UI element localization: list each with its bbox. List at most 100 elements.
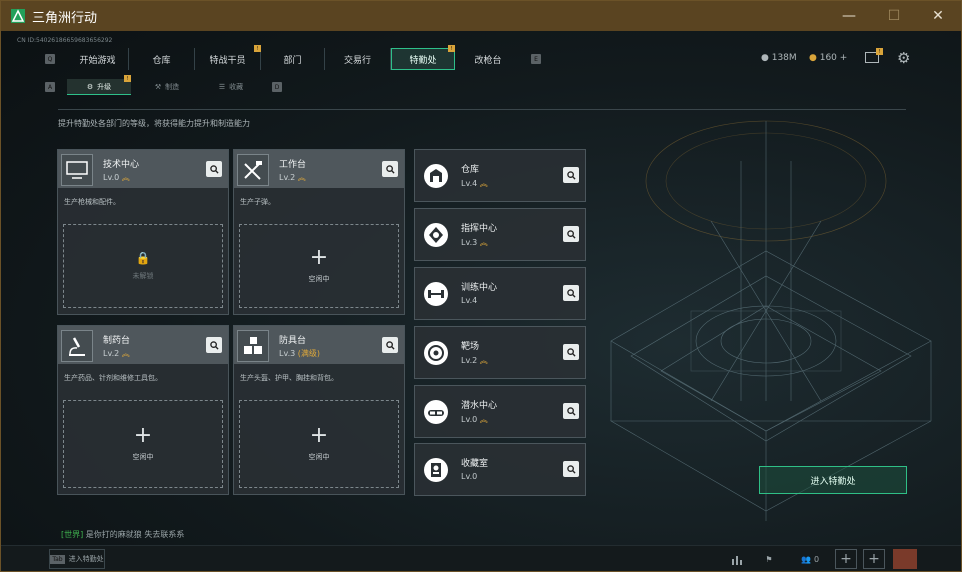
card-header: 制药台 Lv.2 ︽ (58, 326, 228, 364)
add-slot-button[interactable]: + (835, 549, 857, 569)
inspect-search-icon[interactable] (563, 167, 579, 183)
facility-name: 制药台 (103, 336, 131, 346)
title-bar: 三角洲行动 — ☐ ✕ (1, 1, 961, 31)
inspect-search-icon[interactable] (563, 461, 579, 477)
tools-icon (237, 154, 269, 186)
subtab-craft[interactable]: ⚒ 制造 (135, 79, 199, 95)
facility-name: 技术中心 (103, 160, 140, 170)
sub-nav: A ⚙ 升级 ! ⚒ 制造 ☰ 收藏 D (1, 75, 601, 97)
facility-description: 生产头盔、护甲、胸挂和背包。 (240, 374, 338, 382)
tab-special-ops[interactable]: 特勤处 (391, 48, 455, 70)
facility-name: 仓库 (461, 165, 480, 175)
upgrade-icon: ⚙ (86, 82, 94, 91)
facility-card-pharmacy[interactable]: 制药台 Lv.2 ︽ 生产药品、针剂和维修工具包。 + 空闲中 (57, 325, 229, 495)
facility-level: Lv.0 ︽ (461, 415, 488, 424)
facility-card-armor-bench[interactable]: 防具台 Lv.3 (满级) 生产头盔、护甲、胸挂和背包。 + 空闲中 (233, 325, 405, 495)
facility-level: Lv.4 ︽ (461, 179, 488, 188)
settings-gear-icon[interactable]: ⚙ (897, 49, 910, 67)
inspect-search-icon[interactable] (563, 344, 579, 360)
minimize-button[interactable]: — (826, 1, 872, 31)
tab-key-hint: Tab (50, 554, 65, 564)
maximize-button[interactable]: ☐ (871, 1, 917, 31)
microscope-icon (61, 330, 93, 362)
ticket-balance[interactable]: ● 160 + (809, 53, 847, 63)
side-facility-training-center[interactable]: 训练中心 Lv.4 (414, 267, 586, 320)
inspect-search-icon[interactable] (563, 403, 579, 419)
inspect-search-icon[interactable] (563, 226, 579, 242)
craft-icon: ⚒ (154, 83, 162, 91)
game-window: 三角洲行动 — ☐ ✕ CN ID:54026186659683656292 Q… (0, 0, 962, 572)
enter-special-ops-shortcut[interactable]: Tab 进入特勤处 (49, 549, 105, 569)
enter-special-ops-button[interactable]: 进入特勤处 (759, 466, 907, 494)
slot-status: 未解锁 (132, 272, 154, 280)
mail-alert-badge: ! (876, 48, 883, 55)
tab-department[interactable]: 部门 (261, 48, 325, 70)
production-slot[interactable]: + 空闲中 (239, 224, 399, 308)
tab-start-game[interactable]: 开始游戏 (67, 48, 129, 70)
computer-icon (61, 154, 93, 186)
plus-icon: + (309, 245, 329, 270)
facility-description: 生产药品、针剂和维修工具包。 (64, 374, 162, 382)
app-logo-icon (11, 9, 25, 23)
close-button[interactable]: ✕ (915, 1, 961, 31)
nav-prev-keyhint: Q (45, 54, 55, 64)
flag-icon[interactable]: ⚑ (757, 549, 781, 569)
shortcut-label: 进入特勤处 (68, 555, 104, 563)
facility-card-workbench[interactable]: 工作台 Lv.2 ︽ 生产子弹。 + 空闲中 (233, 149, 405, 315)
diving-icon (421, 397, 451, 427)
warehouse-icon (421, 161, 451, 191)
inspect-search-icon[interactable] (206, 161, 222, 177)
facility-level: Lv.4 (461, 296, 478, 305)
subtab-collection-label: 收藏 (229, 83, 244, 91)
friends-button[interactable]: 👥 0 (793, 549, 827, 569)
tab-trading[interactable]: 交易行 (325, 48, 391, 70)
inspect-search-icon[interactable] (382, 161, 398, 177)
divider (58, 109, 906, 110)
target-icon (421, 338, 451, 368)
stats-chart-icon[interactable] (725, 549, 749, 569)
subtab-collection[interactable]: ☰ 收藏 (199, 79, 263, 95)
inspect-search-icon[interactable] (382, 337, 398, 353)
add-currency-button[interactable]: + (840, 53, 848, 63)
upgrade-available-icon: ︽ (479, 415, 488, 424)
card-header: 防具台 Lv.3 (满级) (234, 326, 404, 364)
side-facility-warehouse[interactable]: 仓库 Lv.4 ︽ (414, 149, 586, 202)
upgrade-alert-badge: ! (124, 75, 131, 82)
command-icon (421, 220, 451, 250)
subtab-craft-label: 制造 (165, 83, 180, 91)
max-level-tag: (满级) (297, 349, 320, 358)
production-slot[interactable]: + 空闲中 (239, 400, 399, 488)
friends-icon: 👥 (800, 554, 811, 564)
facility-description: 生产枪械和配件。 (64, 198, 120, 206)
facility-name: 训练中心 (461, 283, 498, 293)
side-facility-collection-room[interactable]: 收藏室 Lv.0 (414, 443, 586, 496)
subtab-upgrade[interactable]: ⚙ 升级 (67, 79, 131, 95)
armor-boxes-icon (237, 330, 269, 362)
subnav-next-keyhint: D (272, 82, 282, 92)
tab-operators[interactable]: 特战干员 (195, 48, 261, 70)
plus-icon: + (309, 423, 329, 448)
upgrade-available-icon: ︽ (479, 179, 488, 188)
tab-gunsmith[interactable]: 改枪台 (455, 48, 521, 70)
coin-balance[interactable]: ● 138M (761, 53, 797, 63)
facility-name: 靶场 (461, 342, 480, 352)
facility-level: Lv.2 ︽ (461, 356, 488, 365)
inspect-search-icon[interactable] (563, 285, 579, 301)
facility-card-tech-center[interactable]: 技术中心 Lv.0 ︽ 生产枪械和配件。 🔒 未解锁 (57, 149, 229, 315)
avatar[interactable] (893, 549, 917, 569)
special-ops-alert-badge: ! (448, 45, 455, 52)
ticket-icon: ● (809, 53, 817, 63)
upgrade-available-icon: ︽ (479, 356, 488, 365)
side-facility-diving-center[interactable]: 潜水中心 Lv.0 ︽ (414, 385, 586, 438)
inspect-search-icon[interactable] (206, 337, 222, 353)
add-friend-button[interactable]: + (863, 549, 885, 569)
slot-status: 空闲中 (308, 275, 330, 283)
collection-tab-icon: ☰ (218, 83, 226, 91)
chat-message[interactable]: [世界] 是你打的麻就狼 失去联系系 (61, 529, 184, 540)
dumbbell-icon (421, 279, 451, 309)
tab-warehouse[interactable]: 仓库 (129, 48, 195, 70)
side-facility-command-center[interactable]: 指挥中心 Lv.3 ︽ (414, 208, 586, 261)
side-facility-shooting-range[interactable]: 靶场 Lv.2 ︽ (414, 326, 586, 379)
facility-level: Lv.3 ︽ (461, 238, 488, 247)
production-slot[interactable]: + 空闲中 (63, 400, 223, 488)
